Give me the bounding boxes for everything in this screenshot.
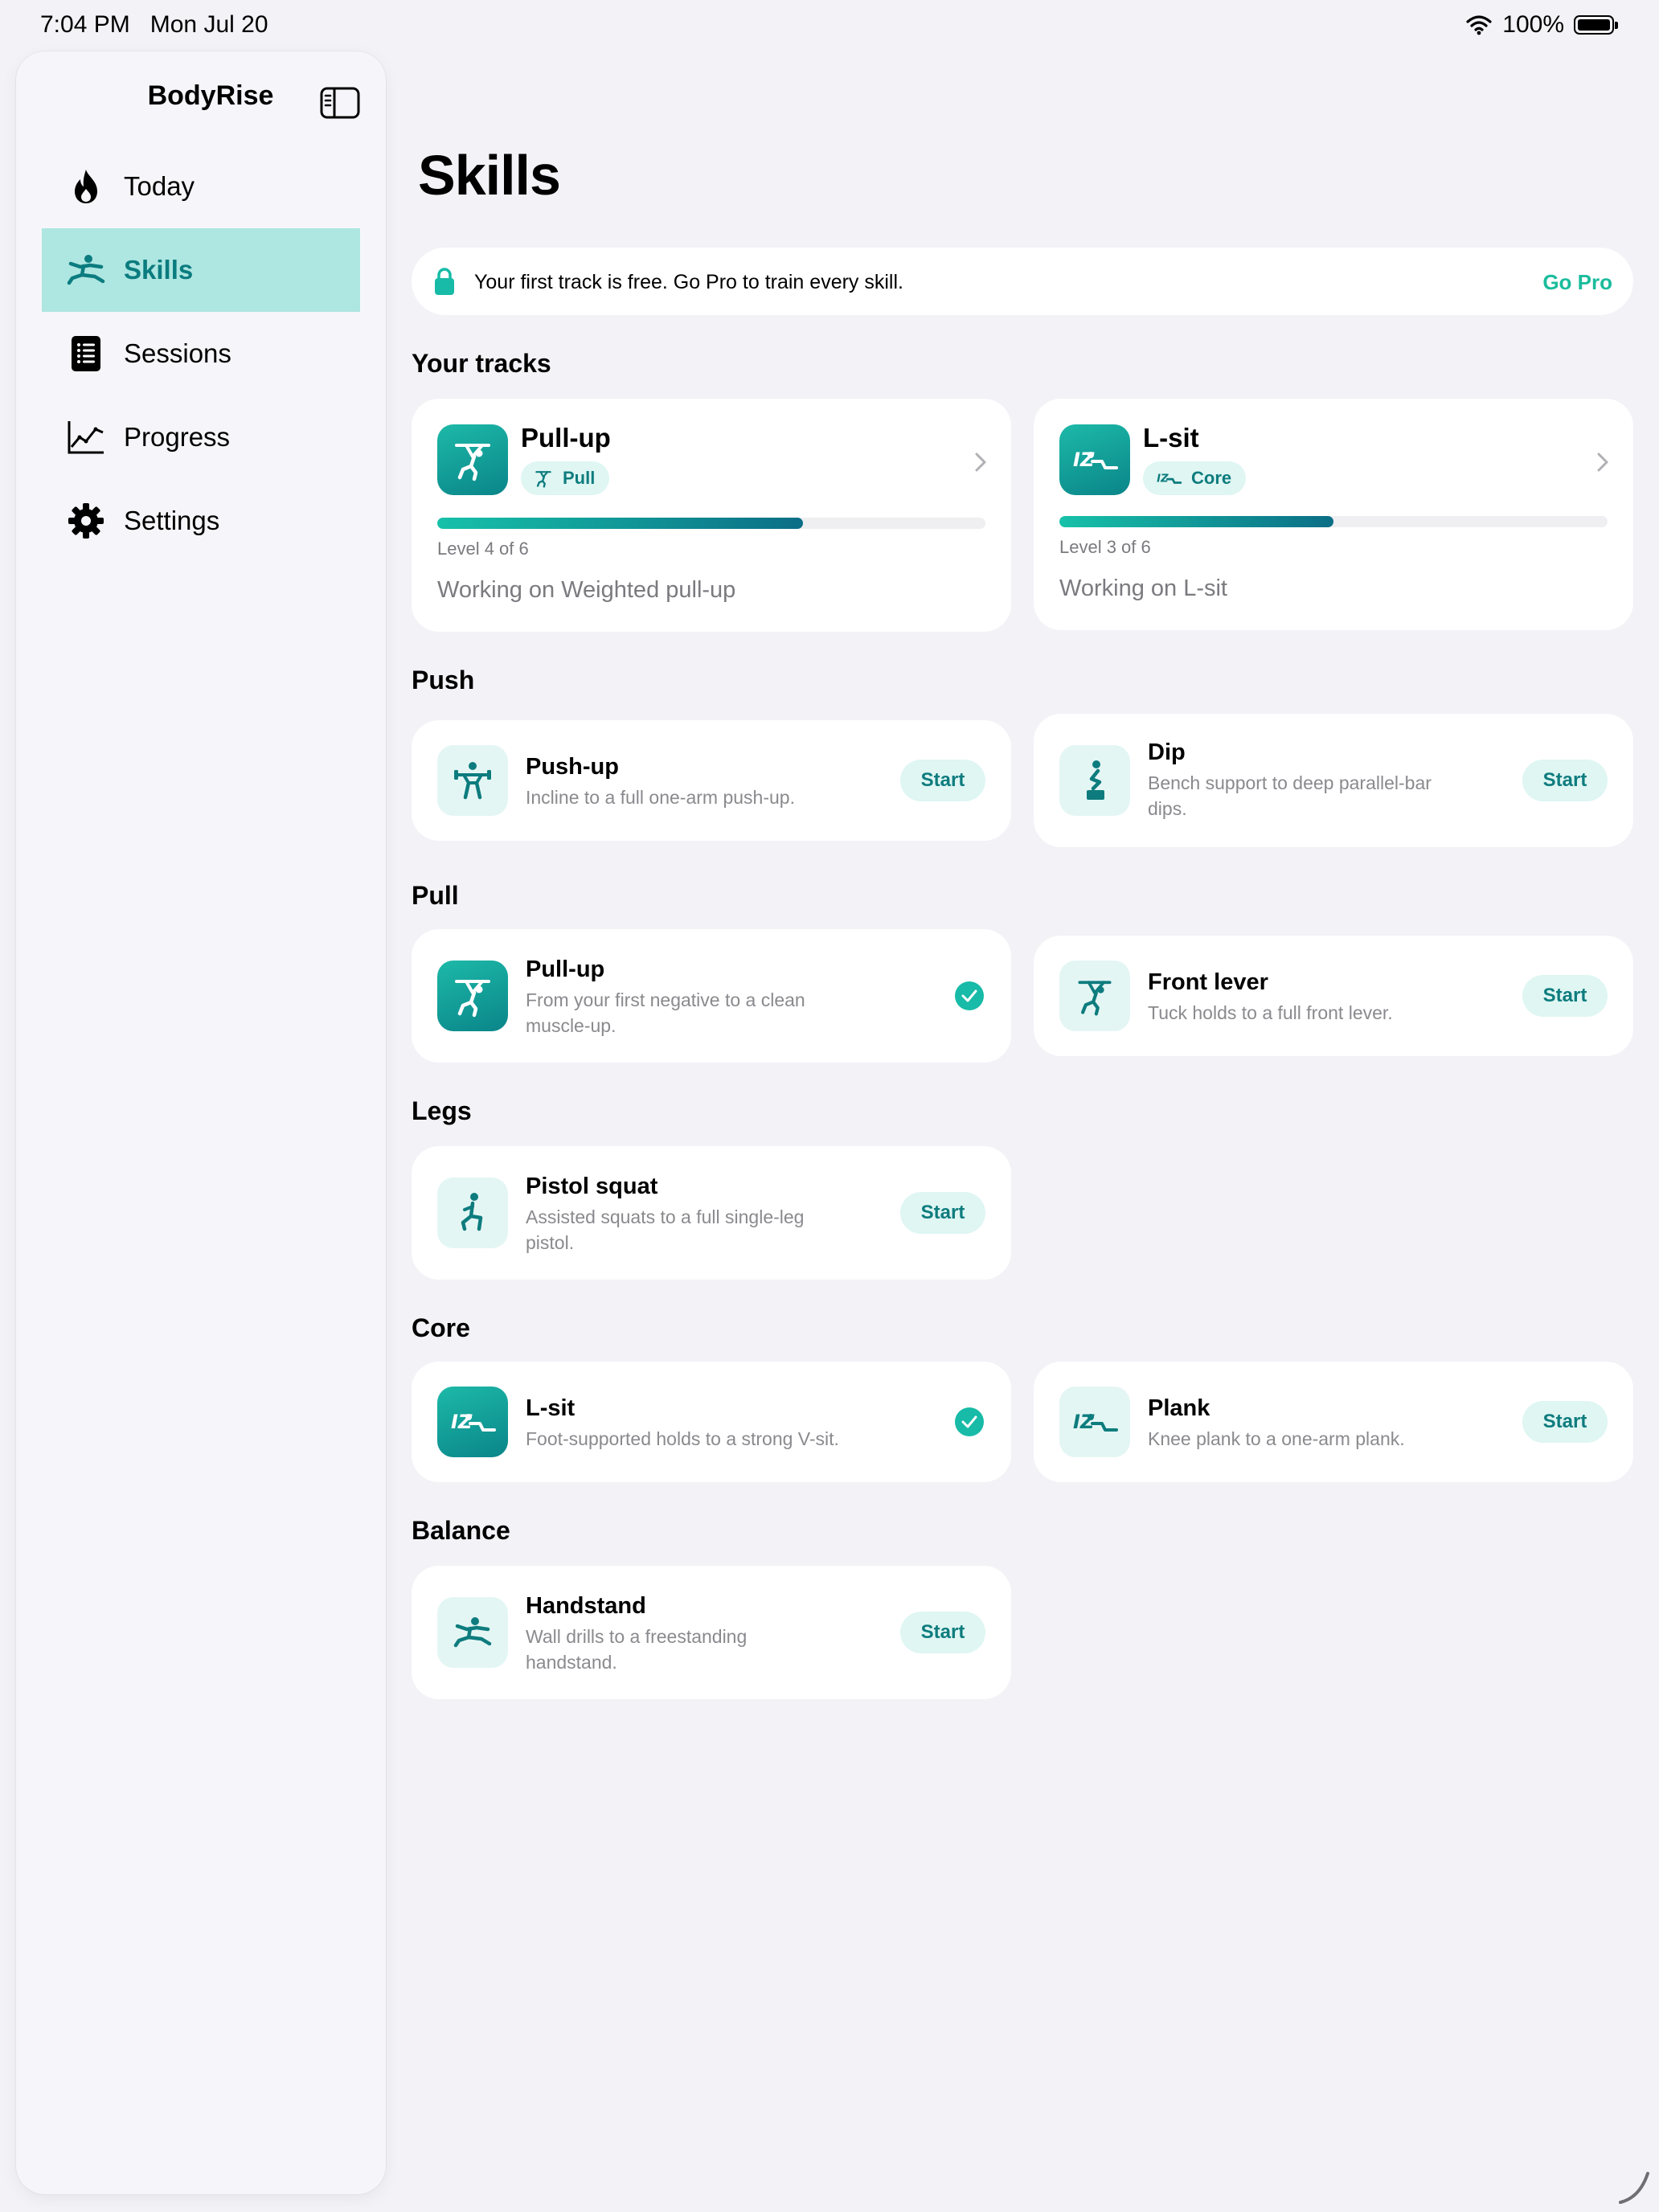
front-lever-icon <box>1059 961 1130 1031</box>
go-pro-button[interactable]: Go Pro <box>1542 270 1612 295</box>
start-button[interactable]: Start <box>1522 975 1608 1017</box>
flame-icon <box>66 166 106 207</box>
skill-card-plank[interactable]: IZ Plank Knee plank to a one-arm plank. … <box>1034 1362 1633 1482</box>
sidebar-item-settings[interactable]: Settings <box>42 479 360 563</box>
track-tag: Pull <box>521 461 610 495</box>
start-button[interactable]: Start <box>1522 1401 1608 1443</box>
lsit-icon: IZ <box>1157 473 1182 485</box>
skill-card-dip[interactable]: Dip Bench support to deep parallel-bar d… <box>1034 714 1633 847</box>
skill-name: Plank <box>1148 1395 1210 1421</box>
sidebar-item-label: Today <box>124 171 195 201</box>
banner-text: Your first track is free. Go Pro to trai… <box>474 271 903 293</box>
track-working-on: Working on L-sit <box>1059 576 1227 601</box>
sidebar-item-skills[interactable]: Skills <box>42 228 360 312</box>
pullup-icon <box>437 424 508 495</box>
pro-banner: Your first track is free. Go Pro to trai… <box>412 248 1633 315</box>
wifi-icon <box>1466 15 1492 35</box>
track-card-lsit[interactable]: IZ L-sit IZ Core Level 3 of 6 Working on… <box>1034 399 1633 630</box>
start-button[interactable]: Start <box>900 1192 985 1234</box>
checkmark-icon <box>955 981 984 1010</box>
chart-icon <box>66 417 106 457</box>
sidebar-item-today[interactable]: Today <box>42 145 360 228</box>
skill-description: Assisted squats to a full single-leg pis… <box>526 1206 805 1253</box>
skill-description: Tuck holds to a full front lever. <box>1148 1002 1393 1023</box>
chevron-right-icon <box>1597 453 1608 472</box>
skill-name: Front lever <box>1148 969 1268 995</box>
status-bar: 7:04 PM Mon Jul 20 100% <box>0 0 1659 51</box>
section-title-core: Core <box>412 1313 470 1342</box>
section-title-tracks: Your tracks <box>412 349 551 378</box>
sidebar-toggle-icon[interactable] <box>320 87 360 119</box>
battery-icon <box>1574 15 1618 35</box>
skill-description: Foot-supported holds to a strong V-sit. <box>526 1428 839 1449</box>
skill-card-lsit[interactable]: IZ L-sit Foot-supported holds to a stron… <box>412 1362 1011 1482</box>
track-name: L-sit <box>1143 423 1199 453</box>
sidebar-item-label: Skills <box>124 255 194 285</box>
skill-description: Wall drills to a freestanding handstand. <box>526 1626 748 1673</box>
sidebar-item-label: Sessions <box>124 338 231 368</box>
gear-icon <box>66 501 106 541</box>
skill-name: Pistol squat <box>526 1174 658 1199</box>
skill-card-pullup[interactable]: Pull-up From your first negative to a cl… <box>412 929 1011 1063</box>
figure-icon <box>437 1597 508 1668</box>
sidebar-item-sessions[interactable]: Sessions <box>42 312 360 395</box>
plank-icon: IZ <box>1059 1387 1130 1457</box>
skill-name: L-sit <box>526 1395 576 1421</box>
status-right: 100% <box>1465 11 1618 39</box>
sidebar-item-label: Settings <box>124 506 220 535</box>
lsit-icon: IZ <box>437 1387 508 1457</box>
skill-name: Push-up <box>526 754 619 780</box>
list-icon <box>66 334 106 374</box>
skill-name: Handstand <box>526 1593 646 1619</box>
track-progress-fill <box>1059 516 1333 527</box>
section-title-balance: Balance <box>412 1516 510 1545</box>
skill-card-pushup[interactable]: Push-up Incline to a full one-arm push-u… <box>412 720 1011 841</box>
start-button[interactable]: Start <box>900 760 985 801</box>
section-title-legs: Legs <box>412 1096 472 1125</box>
checkmark-icon <box>955 1407 984 1436</box>
skill-name: Dip <box>1148 739 1186 765</box>
track-working-on: Working on Weighted pull-up <box>437 577 736 603</box>
skill-card-handstand[interactable]: Handstand Wall drills to a freestanding … <box>412 1566 1011 1699</box>
section-title-pull: Pull <box>412 881 459 910</box>
track-progress-bar <box>1059 516 1608 527</box>
sidebar-item-label: Progress <box>124 422 231 452</box>
skill-card-front-lever[interactable]: Front lever Tuck holds to a full front l… <box>1034 936 1633 1056</box>
battery-percent: 100% <box>1502 11 1564 38</box>
figure-icon <box>66 250 106 290</box>
pullup-icon <box>535 471 551 488</box>
start-button[interactable]: Start <box>900 1612 985 1653</box>
pullup-icon <box>437 961 508 1031</box>
track-progress-bar <box>437 518 985 529</box>
sidebar-item-progress[interactable]: Progress <box>42 395 360 479</box>
skill-description: Knee plank to a one-arm plank. <box>1148 1428 1405 1449</box>
lsit-icon: IZ <box>1059 424 1130 495</box>
track-progress-fill <box>437 518 803 529</box>
section-title-push: Push <box>412 666 475 694</box>
chevron-right-icon <box>975 453 986 472</box>
sidebar-nav: Today Skills Sessions Progress Settings <box>42 145 360 563</box>
sidebar-header: BodyRise <box>16 69 386 121</box>
skill-description: Bench support to deep parallel-bar dips. <box>1148 772 1432 819</box>
track-level: Level 4 of 6 <box>437 539 529 559</box>
skill-card-pistol-squat[interactable]: Pistol squat Assisted squats to a full s… <box>412 1146 1011 1280</box>
page-title: Skills <box>418 144 561 207</box>
track-card-pullup[interactable]: Pull-up Pull Level 4 of 6 Working on Wei… <box>412 399 1011 632</box>
track-name: Pull-up <box>521 423 611 453</box>
pushup-icon <box>437 745 508 816</box>
skill-description: From your first negative to a clean musc… <box>526 989 805 1036</box>
start-button[interactable]: Start <box>1522 760 1608 801</box>
status-time: 7:04 PM Mon Jul 20 <box>40 11 268 38</box>
track-tag: IZ Core <box>1143 461 1247 495</box>
track-level: Level 3 of 6 <box>1059 537 1151 557</box>
lock-icon <box>435 268 454 295</box>
squat-icon <box>437 1178 508 1248</box>
sidebar: BodyRise Today Skills Sessions Progress … <box>16 51 386 2194</box>
scroll-indicator-icon <box>1619 2172 1649 2204</box>
dip-icon <box>1059 745 1130 816</box>
skill-description: Incline to a full one-arm push-up. <box>526 787 795 808</box>
skill-name: Pull-up <box>526 956 605 982</box>
